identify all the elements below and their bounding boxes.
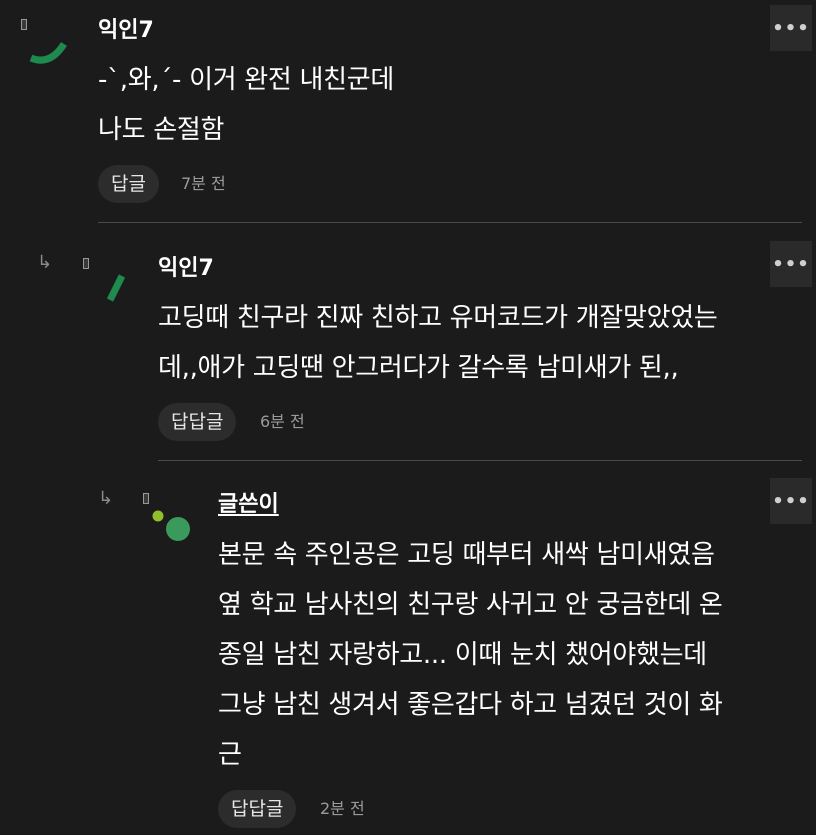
- more-icon: •••: [772, 490, 810, 512]
- comment-3: ↳ 글쓴이 본문 속 주인공은 고딩 때부터 새싹 남미새였음 옆 학교 남사친…: [0, 0, 816, 835]
- more-options-button[interactable]: •••: [770, 478, 812, 524]
- avatar-icon[interactable]: [150, 508, 192, 544]
- comment-text-line: 근: [218, 740, 242, 770]
- comment-text-line: 옆 학교 남사친의 친구랑 사귀고 안 궁금한데 온: [218, 590, 723, 620]
- comment-text-line: 종일 남친 자랑하고... 이때 눈치 챘어야했는데: [218, 640, 707, 670]
- comment-author[interactable]: 글쓴이: [218, 492, 279, 518]
- comment-timestamp: 2분 전: [320, 799, 365, 818]
- comment-text-line: 본문 속 주인공은 고딩 때부터 새싹 남미새였음: [218, 540, 715, 570]
- comment-text-line: 그냥 남친 생겨서 좋은갑다 하고 넘겼던 것이 화: [218, 690, 723, 720]
- reply-button[interactable]: 답답글: [218, 790, 297, 828]
- reply-arrow-icon: ↳: [98, 488, 114, 509]
- level-badge-icon: [143, 493, 149, 504]
